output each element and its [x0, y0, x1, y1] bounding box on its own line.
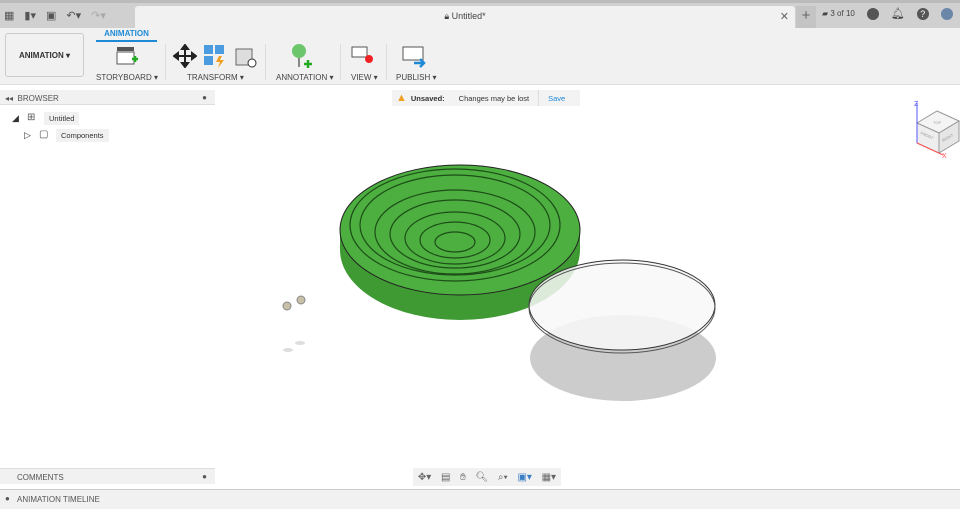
navigation-bar: ✥▾ ▤ ✋︎ 🔍︎ ⌕▾ ▣▾ ▦▾ — [413, 468, 561, 486]
document-title: Untitled* — [451, 11, 486, 21]
animation-timeline[interactable]: ● ANIMATION TIMELINE — [0, 489, 960, 509]
annotation-pin-icon[interactable] — [290, 44, 314, 70]
grid-icon[interactable]: ▦▾ — [542, 472, 556, 483]
look-at-icon[interactable]: ▤ — [441, 472, 450, 483]
annotation-menu[interactable]: ANNOTATION ▾ — [276, 73, 334, 82]
record-view-icon[interactable] — [351, 44, 375, 68]
app-grid-icon[interactable]: ▦ — [4, 9, 14, 22]
browser-root-node[interactable]: Untitled — [44, 112, 80, 125]
view-menu[interactable]: VIEW ▾ — [351, 73, 378, 82]
axis-z-label: Z — [914, 101, 919, 108]
expand-components-icon[interactable]: ▷ — [24, 130, 31, 141]
ribbon: ANIMATION ▾ ANIMATION STORYBOARD ▾ TRANS… — [0, 28, 960, 85]
new-tab-button[interactable]: + — [796, 6, 816, 28]
display-settings-icon[interactable]: ▣▾ — [517, 472, 531, 483]
workspace-label: ANIMATION — [19, 50, 64, 60]
orbit-icon[interactable]: ✥▾ — [418, 472, 431, 483]
bell-icon[interactable]: 🔔︎ — [891, 7, 905, 20]
timeline-label: ANIMATION TIMELINE — [17, 495, 100, 504]
browser-title: BROWSER — [17, 94, 59, 103]
timeline-expand-icon[interactable]: ● — [5, 494, 10, 503]
comments-panel[interactable]: COMMENTS ● — [0, 468, 215, 484]
show-hide-icon[interactable] — [234, 44, 258, 68]
help-icon[interactable]: ? — [916, 7, 929, 20]
components-folder-icon: ▢ — [39, 129, 49, 140]
unsaved-message: Changes may be lost — [458, 93, 530, 103]
add-comment-icon[interactable]: ● — [202, 472, 207, 481]
file-menu-icon[interactable]: ▮▾ — [24, 9, 36, 22]
publish-video-icon[interactable] — [402, 44, 428, 68]
undo-icon[interactable]: ↶▾ — [66, 9, 81, 22]
job-status-text: 3 of 10 — [830, 9, 855, 18]
ball — [282, 301, 292, 311]
viewcube[interactable]: Z X TOP FRONT RIGHT — [905, 98, 960, 158]
avatar[interactable] — [940, 7, 953, 20]
expand-root-icon[interactable]: ◢ — [12, 113, 19, 124]
lock-icon: 🔒︎ — [444, 11, 450, 21]
browser-collapse-icon[interactable]: ● — [202, 93, 207, 102]
unsaved-label: Unsaved: — [410, 93, 445, 103]
warning-icon: ▲ — [396, 92, 407, 104]
browser-components-node[interactable]: Components — [56, 129, 109, 142]
tab-animation[interactable]: ANIMATION — [96, 29, 157, 42]
publish-menu[interactable]: PUBLISH ▾ — [396, 73, 436, 82]
design-icon: ⊞ — [27, 112, 36, 123]
save-link[interactable]: Save — [548, 94, 565, 103]
comments-label: COMMENTS — [17, 473, 64, 482]
ball-shadow — [295, 341, 305, 345]
zoom-icon[interactable]: 🔍︎ — [476, 472, 489, 483]
transform-components-icon[interactable] — [203, 44, 227, 68]
clock-icon[interactable] — [866, 7, 879, 20]
storyboard-menu[interactable]: STORYBOARD ▾ — [96, 73, 158, 82]
move-icon[interactable] — [173, 44, 197, 68]
storyboard-icon[interactable] — [115, 44, 139, 68]
viewcube-top[interactable]: TOP — [933, 120, 941, 125]
redo-icon[interactable]: ↷▾ — [91, 9, 106, 22]
transform-menu[interactable]: TRANSFORM ▾ — [187, 73, 244, 82]
close-tab-icon[interactable]: ✕ — [780, 10, 789, 23]
ball-shadow — [283, 348, 293, 352]
title-bar: ▦ ▮▾ ▣ ↶▾ ↷▾ 🔒︎ Untitled* ✕ + ▰ 3 of 10 … — [0, 0, 960, 28]
pan-icon[interactable]: ✋︎ — [460, 472, 466, 483]
job-status[interactable]: ▰ 3 of 10 — [822, 9, 855, 18]
ball — [296, 295, 306, 305]
unsaved-notice: ▲ Unsaved: Changes may be lost Save — [392, 90, 580, 106]
lid — [528, 259, 716, 351]
document-tab[interactable]: 🔒︎ Untitled* ✕ — [135, 6, 795, 28]
save-icon[interactable]: ▣ — [46, 9, 56, 22]
axis-x-label: X — [942, 153, 947, 158]
workspace-switcher[interactable]: ANIMATION ▾ — [5, 33, 84, 77]
browser-panel-header[interactable]: ◂◂ BROWSER ● — [0, 90, 215, 105]
fit-icon[interactable]: ⌕▾ — [498, 472, 508, 483]
model-viewport[interactable] — [270, 150, 730, 410]
